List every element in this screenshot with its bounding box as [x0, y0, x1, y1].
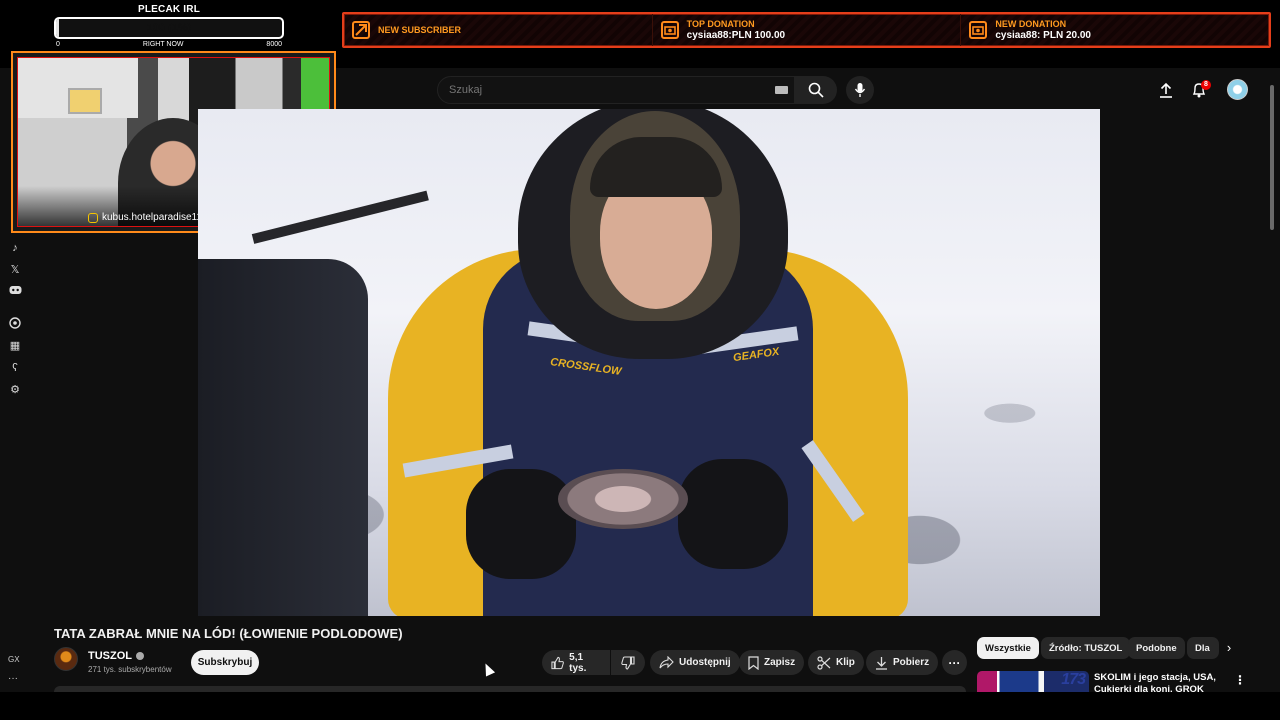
goal-widget: PLECAK IRL 100 (1%) 0 RIGHT NOW 8000	[54, 4, 284, 48]
save-label: Zapisz	[764, 657, 796, 668]
channel-name[interactable]: TUSZOL	[88, 650, 132, 662]
chip-similar[interactable]: Podobne	[1128, 637, 1185, 659]
circle-icon[interactable]	[8, 317, 22, 331]
alerts-banner: NEW SUBSCRIBER TOP DONATION cysiaa88:PLN…	[342, 12, 1271, 48]
goal-value: 100 (1%)	[146, 22, 192, 34]
share-icon	[659, 656, 674, 669]
x-icon[interactable]: 𝕏	[8, 263, 22, 277]
instagram-icon	[88, 212, 98, 223]
upload-button[interactable]	[1157, 81, 1175, 99]
search-input[interactable]	[438, 77, 768, 103]
gear-icon[interactable]: ⚙	[8, 383, 22, 397]
chevron-right-icon[interactable]: ›	[1221, 640, 1237, 656]
voice-search-button[interactable]	[846, 76, 874, 104]
clip-button[interactable]: Klip	[808, 650, 864, 675]
account-avatar[interactable]	[1227, 79, 1248, 100]
scrollbar-thumb[interactable]	[1270, 85, 1274, 230]
thumbs-down-icon	[621, 655, 635, 670]
bookmark-icon	[748, 655, 759, 670]
like-button[interactable]: 5,1 tys.	[542, 650, 610, 675]
donation-icon	[660, 21, 679, 39]
mic-icon	[854, 83, 866, 97]
download-icon	[876, 656, 887, 670]
upload-icon	[1160, 82, 1172, 98]
alert-label: TOP DONATION	[686, 19, 755, 29]
goal-max: 8000	[266, 41, 282, 48]
share-button[interactable]: Udostępnij	[650, 650, 740, 675]
fish	[558, 469, 688, 529]
alert-label: NEW DONATION	[995, 19, 1067, 29]
alert-top-donation: TOP DONATION cysiaa88:PLN 100.00	[651, 14, 961, 46]
download-button[interactable]: Pobierz	[866, 650, 939, 675]
goal-title: PLECAK IRL	[138, 4, 200, 15]
goal-scale: 0 RIGHT NOW 8000	[54, 41, 284, 48]
share-label: Udostępnij	[679, 657, 731, 668]
alert-value: cysiaa88:PLN 100.00	[686, 30, 786, 41]
person-leg	[198, 259, 368, 616]
notification-badge: 8	[1201, 80, 1211, 90]
thumbs-up-icon	[551, 656, 564, 669]
social-instagram: kubus.hotelparadise11	[88, 212, 202, 223]
channel-avatar[interactable]	[54, 647, 78, 671]
alert-new-donation: NEW DONATION cysiaa88: PLN 20.00	[960, 14, 1269, 46]
keyboard-icon[interactable]	[775, 86, 788, 94]
scissors-icon	[817, 655, 831, 670]
related-menu-icon[interactable]: ⋮	[1234, 673, 1246, 687]
goal-mid: RIGHT NOW	[142, 41, 184, 48]
glove-right	[678, 459, 788, 569]
subscriber-icon	[352, 21, 370, 39]
discord-icon[interactable]	[8, 285, 22, 299]
glove-left	[466, 469, 576, 579]
search-box	[437, 76, 795, 104]
chip-for-you[interactable]: Dla	[1187, 637, 1219, 659]
video-player[interactable]: CROSSFLOW GEAFOX	[198, 109, 1100, 616]
bottom-bar	[0, 692, 1280, 720]
save-button[interactable]: Zapisz	[739, 650, 805, 675]
chip-all[interactable]: Wszystkie	[977, 637, 1039, 659]
dislike-button[interactable]	[611, 650, 645, 675]
bear-icon[interactable]: ʕ	[8, 361, 22, 375]
like-count: 5,1 tys.	[569, 651, 587, 674]
goal-min: 0	[56, 41, 60, 48]
related-title[interactable]: SKOLIM i jego stacja, USA, Cukierki dla …	[1094, 672, 1224, 692]
tiktok-icon[interactable]: ♪	[8, 241, 22, 255]
alert-label: NEW SUBSCRIBER	[378, 24, 462, 35]
subscribe-button[interactable]: Subskrybuj	[191, 650, 259, 675]
instagram-handle: kubus.hotelparadise11	[102, 212, 202, 223]
goal-progress-bar: 100 (1%)	[54, 17, 284, 39]
donation-icon	[969, 21, 988, 39]
left-rail: ♪ 𝕏 ▦ ʕ ⚙ GX ···	[0, 233, 30, 720]
mouse-cursor	[480, 661, 496, 677]
alert-new-subscriber: NEW SUBSCRIBER	[344, 14, 652, 46]
download-label: Pobierz	[893, 657, 930, 668]
rail-menu-icon[interactable]: ···	[8, 673, 18, 684]
verified-icon	[136, 652, 144, 660]
subscriber-count: 271 tys. subskrybentów	[88, 665, 172, 674]
alert-value: cysiaa88: PLN 20.00	[995, 30, 1091, 41]
video-title: TATA ZABRAŁ MNIE NA LÓD! (ŁOWIENIE PODLO…	[54, 626, 403, 641]
stream-screen: PLECAK IRL 100 (1%) 0 RIGHT NOW 8000 NEW…	[0, 0, 1280, 720]
search-icon	[808, 82, 824, 98]
webcam-picture	[68, 88, 102, 114]
game-icon[interactable]: ▦	[8, 339, 22, 353]
related-thumbnail[interactable]: 173	[977, 671, 1089, 693]
thumbnail-number: 173	[1061, 671, 1086, 688]
search-button[interactable]	[795, 76, 837, 104]
gx-label: GX	[8, 655, 20, 664]
chip-source[interactable]: Źródło: TUSZOL	[1041, 637, 1131, 659]
more-actions-button[interactable]: ···	[942, 650, 967, 675]
clip-label: Klip	[836, 657, 855, 668]
channel-name-row[interactable]: TUSZOL	[88, 650, 144, 662]
